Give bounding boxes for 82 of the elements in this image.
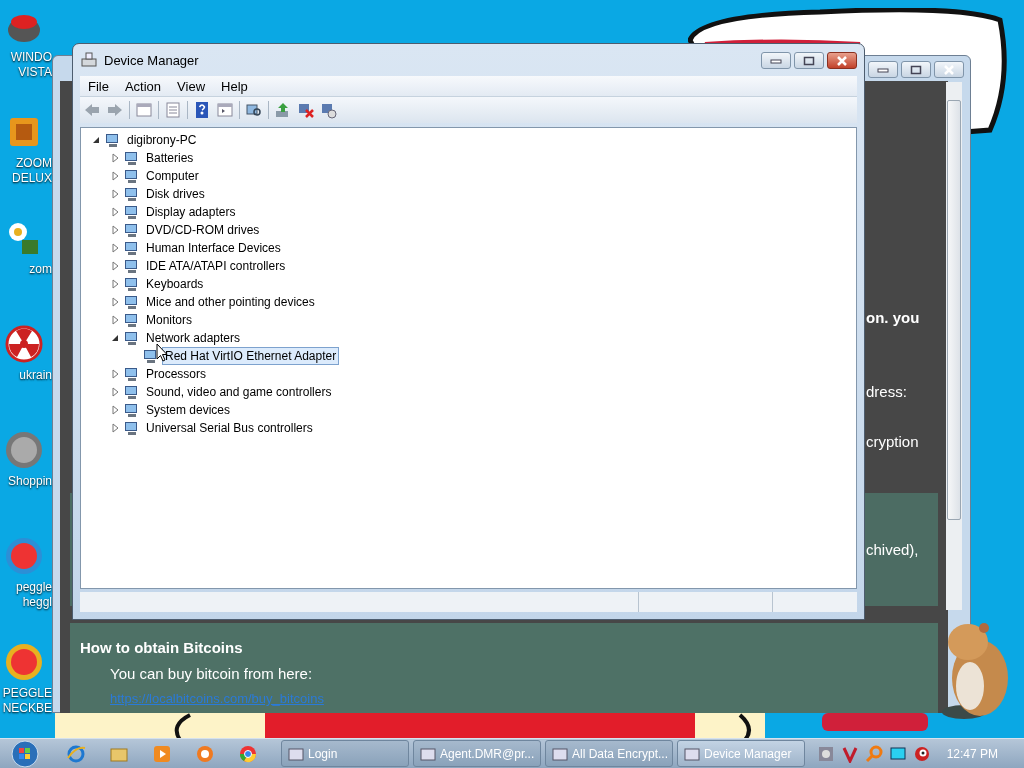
- maximize-button[interactable]: [901, 61, 931, 78]
- ball-icon[interactable]: [4, 642, 44, 682]
- close-button[interactable]: [827, 52, 857, 69]
- device-icon: [124, 294, 140, 310]
- disc-icon[interactable]: [4, 430, 44, 470]
- device-icon: [105, 132, 121, 148]
- window-icon: [552, 745, 568, 762]
- magnifier-icon[interactable]: [865, 744, 883, 763]
- computer-icon: [80, 52, 98, 68]
- ball-icon[interactable]: [4, 536, 44, 576]
- device-icon: [124, 312, 140, 328]
- device-icon: [124, 204, 140, 220]
- page-text: cryption: [866, 433, 919, 450]
- disable-icon[interactable]: [320, 101, 338, 119]
- maximize-icon: [803, 55, 815, 66]
- radiation-icon[interactable]: [4, 324, 44, 364]
- page-text: chived),: [865, 541, 919, 558]
- uninstall-icon[interactable]: [297, 101, 315, 119]
- tree-item[interactable]: System devices: [143, 401, 234, 419]
- device-icon: [124, 150, 140, 166]
- minimize-icon: [877, 66, 889, 73]
- tree-item[interactable]: Mice and other pointing devices: [143, 293, 318, 311]
- back-arrow-icon[interactable]: [83, 101, 101, 119]
- page-text: dress:: [866, 383, 907, 400]
- webcam-icon[interactable]: [913, 744, 931, 763]
- chrome-icon[interactable]: [238, 743, 258, 764]
- menu-item[interactable]: View: [171, 76, 212, 96]
- media-player-icon[interactable]: [152, 743, 172, 764]
- tree-item[interactable]: Disk drives: [143, 185, 208, 203]
- menu-item[interactable]: File: [82, 76, 115, 96]
- forward-arrow-icon[interactable]: [106, 101, 124, 119]
- device-icon: [124, 168, 140, 184]
- device-icon: [124, 330, 140, 346]
- tree-item[interactable]: Monitors: [143, 311, 195, 329]
- menu-item[interactable]: Action: [118, 76, 168, 96]
- pane-icon[interactable]: [135, 101, 153, 119]
- scrollbar-thumb[interactable]: [947, 100, 961, 520]
- maximize-icon: [910, 64, 922, 75]
- properties-icon[interactable]: [164, 101, 182, 119]
- clock: 12:47 PM: [946, 746, 998, 761]
- screen-icon[interactable]: [889, 744, 907, 763]
- close-icon: [836, 55, 848, 66]
- tree-item[interactable]: Sound, video and game controllers: [143, 383, 335, 401]
- maximize-button[interactable]: [794, 52, 824, 69]
- device-icon: [124, 402, 140, 418]
- tree-item[interactable]: DVD/CD-ROM drives: [143, 221, 263, 239]
- tree-item[interactable]: digibrony-PC: [124, 131, 200, 149]
- window-icon: [420, 745, 436, 762]
- tree-item[interactable]: Network adapters: [143, 329, 244, 347]
- device-icon: [124, 420, 140, 436]
- tree-item[interactable]: Processors: [143, 365, 210, 383]
- tree-item[interactable]: Red Hat VirtIO Ethernet Adapter: [162, 347, 340, 365]
- device-icon: [143, 348, 159, 364]
- section-heading: How to obtain Bitcoins: [80, 639, 244, 656]
- menu-item[interactable]: Help: [215, 76, 254, 96]
- tree-item[interactable]: Computer: [143, 167, 202, 185]
- scan-icon[interactable]: [245, 101, 263, 119]
- device-icon: [124, 222, 140, 238]
- window-icon: [288, 745, 304, 762]
- window-title: Device Manager: [104, 52, 199, 68]
- device-icon: [124, 186, 140, 202]
- device-icon: [124, 240, 140, 256]
- device-icon: [124, 384, 140, 400]
- device-icon: [124, 258, 140, 274]
- page-text: on. you: [866, 309, 920, 326]
- help-icon[interactable]: [193, 101, 211, 119]
- device-icon: [124, 366, 140, 382]
- close-icon: [943, 64, 955, 75]
- minimize-icon: [770, 57, 782, 64]
- tree-item[interactable]: Batteries: [143, 149, 197, 167]
- page-text: You can buy bitcoin from here:: [109, 665, 314, 682]
- browser-icon[interactable]: [66, 743, 86, 764]
- tree-item[interactable]: Universal Serial Bus controllers: [143, 419, 316, 437]
- tree-item[interactable]: Display adapters: [143, 203, 239, 221]
- cursor-icon: [156, 343, 168, 362]
- scrollbar[interactable]: [946, 82, 962, 610]
- device-icon: [124, 276, 140, 292]
- pane-icon[interactable]: [216, 101, 234, 119]
- tree-item[interactable]: IDE ATA/ATAPI controllers: [143, 257, 289, 275]
- tree-item[interactable]: Keyboards: [143, 275, 207, 293]
- window-icon: [684, 745, 700, 762]
- tree-item[interactable]: Human Interface Devices: [143, 239, 284, 257]
